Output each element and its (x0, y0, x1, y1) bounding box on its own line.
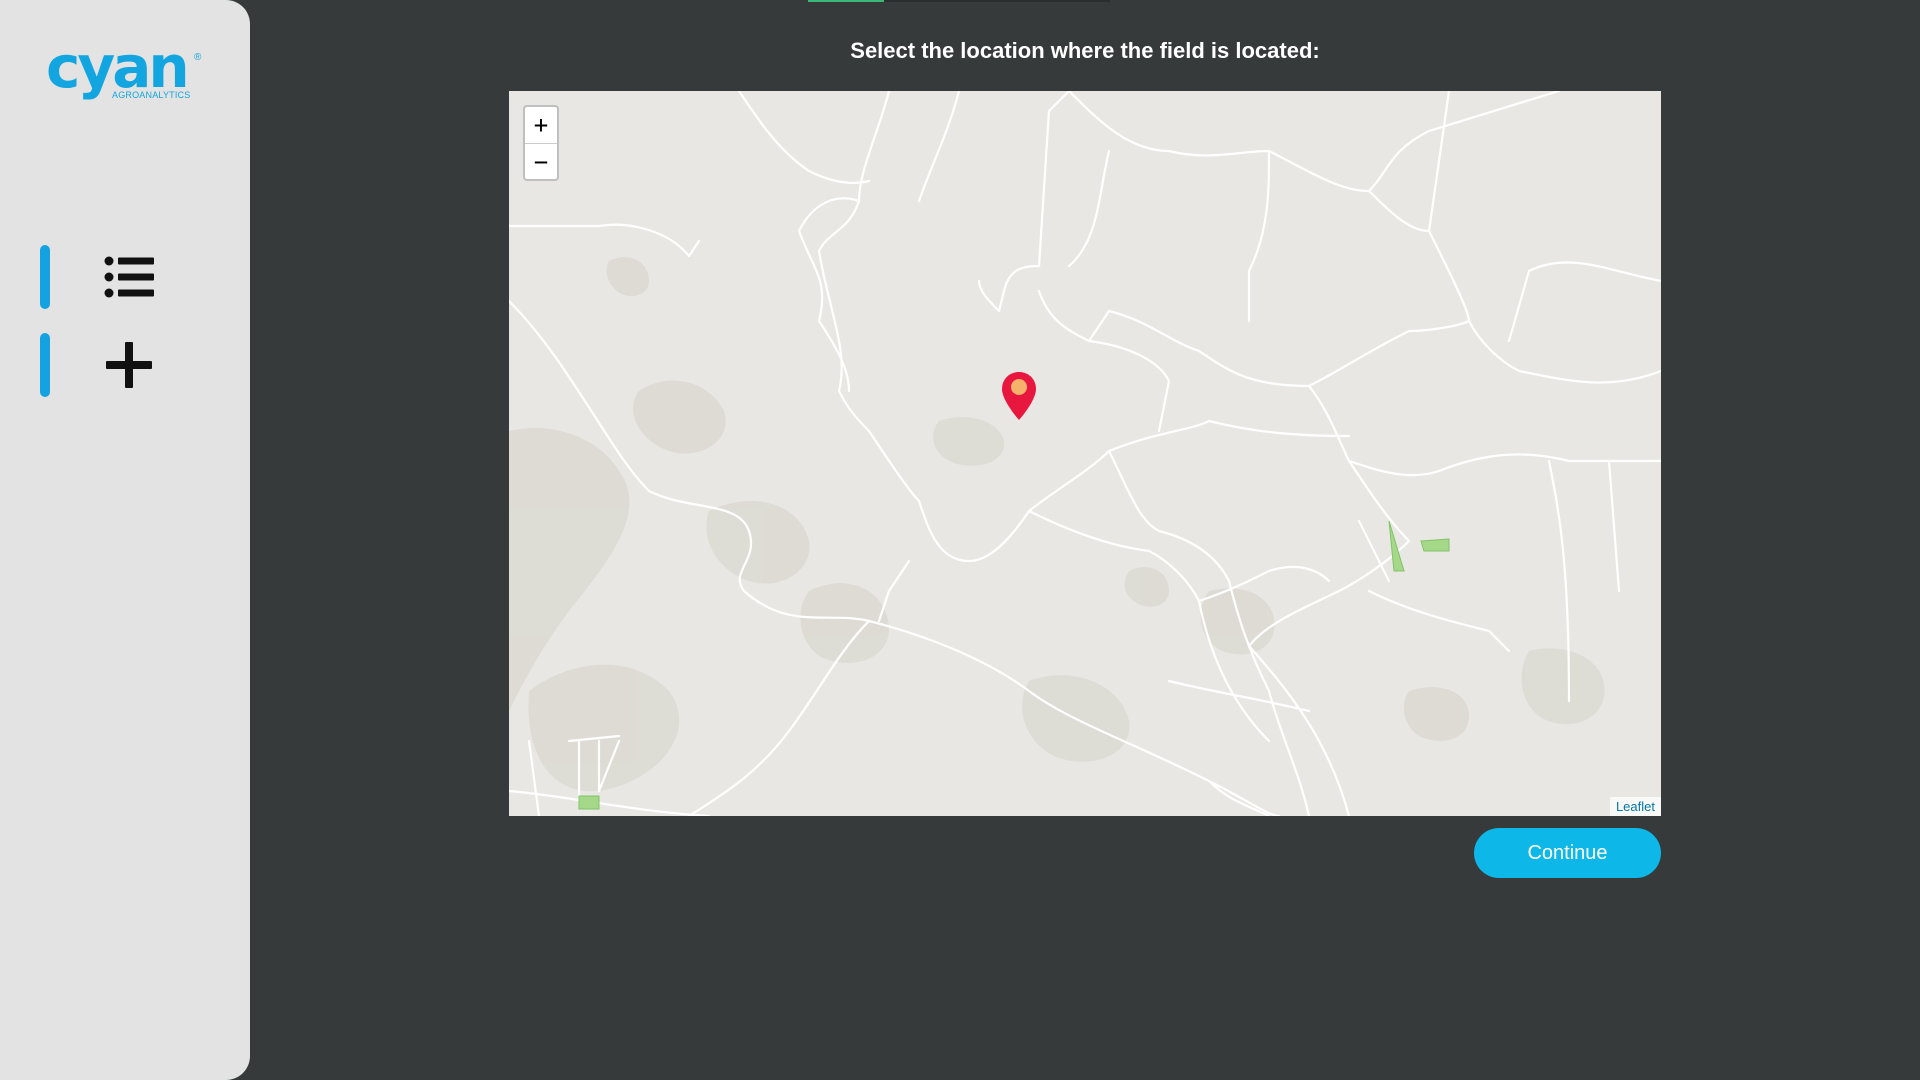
zoom-out-button[interactable]: − (525, 144, 557, 180)
map-attribution-link[interactable]: Leaflet (1609, 797, 1661, 816)
brand-name: cyan (46, 33, 190, 101)
brand-tagline: AGROANALYTICS (112, 90, 191, 100)
active-indicator (40, 333, 50, 397)
continue-button[interactable]: Continue (1474, 828, 1661, 878)
list-icon (104, 256, 154, 298)
brand-logo[interactable]: cyan ® AGROANALYTICS (46, 38, 216, 108)
sidebar-item-add-field[interactable] (38, 333, 188, 397)
zoom-control: + − (523, 105, 559, 181)
wizard-progress (808, 0, 1110, 2)
sidebar-item-fields-list[interactable] (38, 245, 188, 309)
registered-mark: ® (194, 52, 202, 63)
active-indicator (40, 245, 50, 309)
zoom-in-button[interactable]: + (525, 107, 557, 144)
location-map[interactable]: + − Leaflet (509, 91, 1661, 816)
wizard-progress-fill (808, 0, 884, 2)
sidebar: cyan ® AGROANALYTICS (0, 0, 250, 1080)
page-title: Select the location where the field is l… (850, 38, 1320, 63)
plus-icon (106, 342, 152, 388)
map-tiles[interactable] (509, 91, 1661, 816)
map-pin-icon[interactable] (1001, 371, 1037, 421)
